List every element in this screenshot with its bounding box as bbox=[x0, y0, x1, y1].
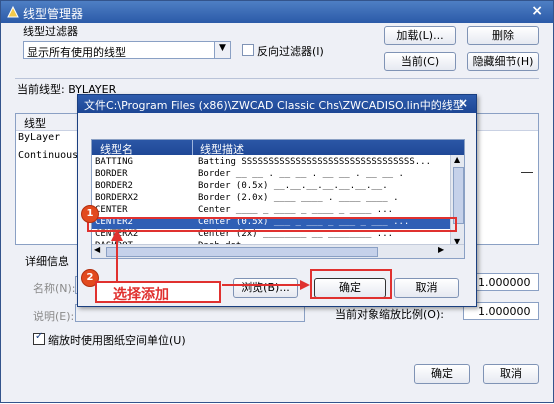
arrow-right-head bbox=[300, 280, 310, 290]
callout-text: 选择添加 bbox=[113, 287, 169, 303]
linetype-manager-window: 线型管理器 × 线型过滤器 显示所有使用的线型 ▼ 反向过滤器(I) 加载(L)… bbox=[0, 0, 554, 403]
callout-arrows bbox=[111, 229, 310, 290]
arrow-up-head bbox=[111, 229, 123, 241]
callout-box: 选择添加 bbox=[95, 281, 221, 303]
